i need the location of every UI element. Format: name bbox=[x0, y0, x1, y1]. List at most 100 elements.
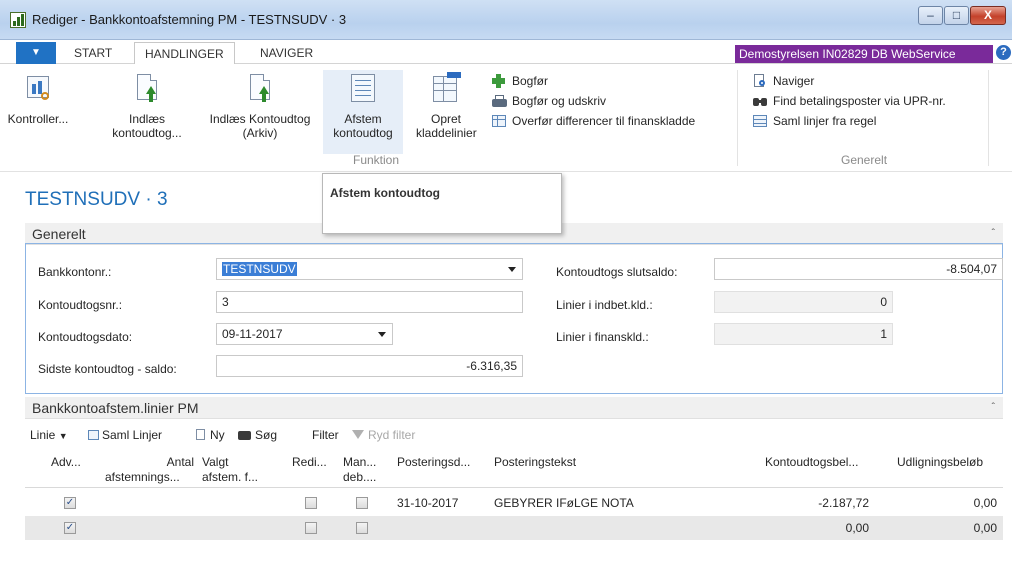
tab-handlinger[interactable]: HANDLINGER bbox=[134, 42, 235, 65]
statement-no-label: Kontoudtogsnr.: bbox=[38, 298, 123, 312]
statement-date-label: Kontoudtogsdato: bbox=[38, 330, 133, 344]
col-header-man[interactable]: Man... bbox=[343, 455, 376, 469]
statement-date-value: 09-11-2017 bbox=[222, 327, 283, 341]
saml-linjer-button[interactable]: Saml Linjer bbox=[88, 426, 162, 444]
afstem-kontoudtog-label: Afstem kontoudtog bbox=[333, 112, 393, 140]
linie-label: Linie bbox=[30, 428, 56, 442]
opret-kladdelinier-button[interactable]: Opret kladdelinier bbox=[404, 72, 488, 140]
overfor-differencer-label: Overfør differencer til finanskladde bbox=[512, 114, 696, 128]
statement-date-field[interactable]: 09-11-2017 bbox=[216, 323, 393, 345]
minimize-button[interactable]: – bbox=[918, 6, 943, 25]
afstem-kontoudtog-button[interactable]: Afstem kontoudtog bbox=[323, 70, 403, 154]
check-report-icon bbox=[23, 72, 53, 106]
ryd-filter-button[interactable]: Ryd filter bbox=[352, 426, 415, 444]
general-fasttab-title: Generelt bbox=[32, 226, 86, 242]
last-balance-field[interactable]: -6.316,35 bbox=[216, 355, 523, 377]
indlaes-kontoudtog-arkiv-button[interactable]: Indlæs Kontoudtog (Arkiv) bbox=[198, 72, 322, 140]
bank-account-field[interactable]: TESTNSUDV bbox=[216, 258, 523, 280]
saml-linjer-label: Saml Linjer bbox=[102, 428, 163, 442]
adv-checkbox[interactable]: ✓ bbox=[64, 522, 76, 534]
col-header-redi[interactable]: Redi... bbox=[292, 455, 327, 469]
bogfor-button[interactable]: Bogfør bbox=[492, 72, 548, 90]
ryd-filter-label: Ryd filter bbox=[368, 428, 416, 442]
udligningsbelob-cell[interactable]: 0,00 bbox=[905, 496, 997, 510]
naviger-button[interactable]: Naviger bbox=[753, 72, 814, 90]
kontroller-button[interactable]: Kontroller... bbox=[2, 72, 74, 126]
redi-checkbox[interactable] bbox=[305, 497, 317, 509]
kontoudtogsbelob-cell[interactable]: -2.187,72 bbox=[785, 496, 869, 510]
bogfor-og-udskriv-label: Bogfør og udskriv bbox=[512, 94, 607, 108]
lines-payment-field: 0 bbox=[714, 291, 893, 313]
man-checkbox[interactable] bbox=[356, 497, 368, 509]
lines-fasttab-header[interactable]: Bankkontoafstem.linier PM ˆ bbox=[25, 397, 1003, 419]
dropdown-arrow-icon[interactable] bbox=[508, 267, 516, 272]
bank-account-label: Bankkontonr.: bbox=[38, 265, 112, 279]
col-header-antal-line1: Antal bbox=[166, 455, 194, 469]
kontroller-label: Kontroller... bbox=[7, 112, 69, 126]
statement-no-field[interactable]: 3 bbox=[216, 291, 523, 313]
overfor-differencer-button[interactable]: Overfør differencer til finanskladde bbox=[492, 112, 695, 130]
indlaes-kontoudtog-button[interactable]: Indlæs kontoudtog... bbox=[102, 72, 192, 140]
col-header-antal[interactable]: Antal bbox=[130, 455, 194, 469]
application-menu-button[interactable]: ▼ bbox=[16, 42, 56, 64]
page-title: TESTNSUDV · 3 bbox=[25, 189, 168, 210]
company-badge[interactable]: Demostyrelsen IN02829 DB WebService bbox=[735, 45, 993, 63]
linie-menu[interactable]: Linie ▼ bbox=[30, 426, 68, 445]
col-header-udligningsbelob[interactable]: Udligningsbeløb bbox=[897, 455, 983, 469]
opret-kladdelinier-label: Opret kladdelinier bbox=[416, 112, 477, 140]
saml-linjer-fra-regel-button[interactable]: Saml linjer fra regel bbox=[753, 112, 876, 130]
find-betalingsposter-button[interactable]: Find betalingsposter via UPR-nr. bbox=[753, 92, 946, 110]
kontoudtogsbelob-cell[interactable]: 0,00 bbox=[785, 521, 869, 535]
adv-checkbox[interactable]: ✓ bbox=[64, 497, 76, 509]
table-row[interactable]: ✓ 0,00 0,00 bbox=[25, 516, 1003, 540]
posteringstekst-cell[interactable]: GEBYRER IFøLGE NOTA bbox=[494, 496, 634, 510]
ending-balance-field[interactable]: -8.504,07 bbox=[714, 258, 1003, 280]
saml-linjer-fra-regel-label: Saml linjer fra regel bbox=[773, 114, 877, 128]
import-archive-icon bbox=[245, 72, 275, 106]
tooltip-title: Afstem kontoudtog bbox=[330, 186, 440, 200]
merge-lines-icon bbox=[88, 430, 99, 440]
close-button[interactable]: X bbox=[970, 6, 1006, 25]
man-checkbox[interactable] bbox=[356, 522, 368, 534]
posteringsdato-cell[interactable]: 31-10-2017 bbox=[397, 496, 458, 510]
bogfor-label: Bogfør bbox=[512, 74, 549, 88]
redi-checkbox[interactable] bbox=[305, 522, 317, 534]
udligningsbelob-cell[interactable]: 0,00 bbox=[905, 521, 997, 535]
binoculars-icon bbox=[238, 431, 251, 440]
generelt-group-label: Generelt bbox=[841, 153, 888, 167]
dropdown-arrow-icon[interactable] bbox=[378, 332, 386, 337]
col-header-posteringstekst[interactable]: Posteringstekst bbox=[494, 455, 576, 469]
ending-balance-label: Kontoudtogs slutsaldo: bbox=[556, 265, 678, 279]
col-header-kontoudtogsbelob[interactable]: Kontoudtogsbel... bbox=[765, 455, 858, 469]
clear-filter-icon bbox=[352, 430, 364, 439]
tab-naviger[interactable]: NAVIGER bbox=[250, 42, 323, 65]
tab-start[interactable]: START bbox=[64, 42, 122, 65]
sog-button[interactable]: Søg bbox=[238, 426, 277, 444]
post-and-print-icon bbox=[492, 94, 507, 108]
tooltip: Afstem kontoudtog bbox=[322, 173, 562, 234]
help-icon[interactable]: ? bbox=[996, 45, 1011, 60]
col-header-valgt[interactable]: Valgt bbox=[202, 455, 228, 469]
indlaes-kontoudtog-label: Indlæs kontoudtog... bbox=[112, 112, 182, 140]
lines-payment-label: Linier i indbet.kld.: bbox=[556, 298, 653, 312]
col-header-posteringsdato[interactable]: Posteringsd... bbox=[397, 455, 470, 469]
ny-button[interactable]: Ny bbox=[196, 426, 225, 444]
table-row[interactable]: ✓ 31-10-2017 GEBYRER IFøLGE NOTA -2.187,… bbox=[25, 491, 1003, 515]
ny-label: Ny bbox=[210, 428, 225, 442]
maximize-button[interactable]: □ bbox=[944, 6, 969, 25]
col-header-man-line2: deb.... bbox=[343, 470, 377, 484]
ribbon-tab-bar: ▼ START HANDLINGER NAVIGER Demostyrelsen… bbox=[0, 40, 1012, 65]
last-balance-label: Sidste kontoudtog - saldo: bbox=[38, 362, 177, 376]
indlaes-kontoudtog-arkiv-label: Indlæs Kontoudtog (Arkiv) bbox=[209, 112, 311, 140]
bank-account-value: TESTNSUDV bbox=[222, 262, 297, 276]
collapse-icon[interactable]: ˆ bbox=[992, 397, 995, 419]
filter-button[interactable]: Filter bbox=[312, 426, 339, 444]
col-header-valgt-line2: afstem. f... bbox=[202, 470, 259, 484]
sog-label: Søg bbox=[255, 428, 278, 442]
ribbon: Kontroller... Indlæs kontoudtog... Indlæ… bbox=[0, 64, 1012, 172]
col-header-antal-line2: afstemnings... bbox=[105, 470, 180, 484]
col-header-adv[interactable]: Adv... bbox=[51, 455, 81, 469]
collapse-icon[interactable]: ˆ bbox=[992, 223, 995, 245]
bogfor-og-udskriv-button[interactable]: Bogfør og udskriv bbox=[492, 92, 606, 110]
import-document-icon bbox=[132, 72, 162, 106]
